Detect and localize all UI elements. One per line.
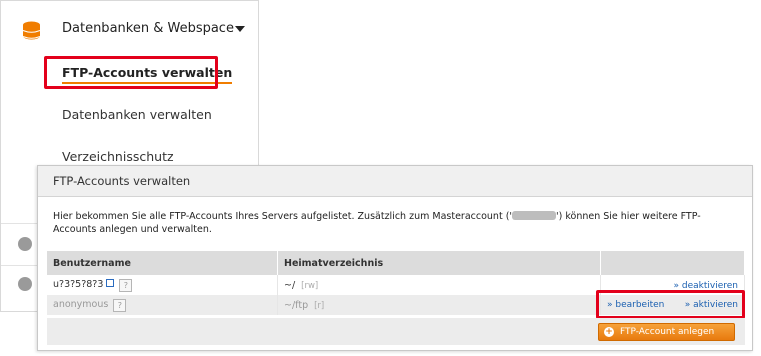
database-icon (22, 21, 41, 40)
add-button-label: FTP-Account anlegen (620, 327, 715, 337)
eye-icon (18, 237, 32, 251)
table-header-row: Benutzername Heimatverzeichnis (47, 251, 745, 275)
permission-badge: [r] (314, 300, 325, 311)
deactivate-link[interactable]: » deaktivieren (674, 281, 738, 291)
chevron-down-icon[interactable] (235, 26, 245, 32)
sidebar-item-label: Datenbanken verwalten (62, 107, 212, 122)
home-directory-cell: ~/ftp [r] (277, 295, 601, 315)
description-text-start: Hier bekommen Sie alle FTP-Accounts Ihre… (53, 211, 513, 222)
home-directory: ~/ftp (284, 299, 309, 311)
add-ftp-account-button[interactable]: + FTP-Account anlegen (598, 323, 735, 341)
external-link-icon[interactable] (106, 278, 115, 287)
dialog-header: FTP-Accounts verwalten (38, 166, 752, 197)
help-icon[interactable]: ? (119, 278, 133, 292)
permission-badge: [rw] (301, 280, 319, 291)
home-directory-cell: ~/ [rw] (277, 275, 601, 295)
username-cell: u?3?5?8?3? (47, 275, 278, 295)
column-header-home-directory: Heimatverzeichnis (277, 251, 601, 275)
highlight-box-actions (596, 290, 745, 319)
globe-icon (18, 277, 32, 291)
sidebar-item-databases[interactable]: Datenbanken verwalten (62, 107, 212, 122)
home-directory: ~/ (284, 279, 296, 291)
sidebar-item-directory-protection[interactable]: Verzeichnisschutz (62, 149, 174, 164)
username: anonymous (53, 298, 109, 310)
plus-icon: + (604, 327, 614, 337)
sidebar-item-label: Verzeichnisschutz (62, 149, 174, 164)
ftp-accounts-dialog: FTP-Accounts verwalten Hier bekommen Sie… (37, 165, 753, 351)
column-header-username: Benutzername (47, 251, 278, 275)
help-icon[interactable]: ? (113, 298, 127, 312)
divider (1, 223, 38, 224)
username: u?3?5?8?3 (53, 278, 104, 290)
column-header-actions (600, 251, 745, 275)
dialog-title: FTP-Accounts verwalten (53, 174, 191, 188)
divider (1, 265, 38, 266)
masked-account-name (512, 211, 557, 220)
sidebar-section-header[interactable]: Datenbanken & Webspace (1, 1, 260, 57)
highlight-box-ftp-nav (44, 56, 218, 89)
sidebar-section-title: Datenbanken & Webspace (62, 21, 234, 36)
username-cell: anonymous? (47, 295, 278, 315)
dialog-description: Hier bekommen Sie alle FTP-Accounts Ihre… (53, 210, 743, 236)
